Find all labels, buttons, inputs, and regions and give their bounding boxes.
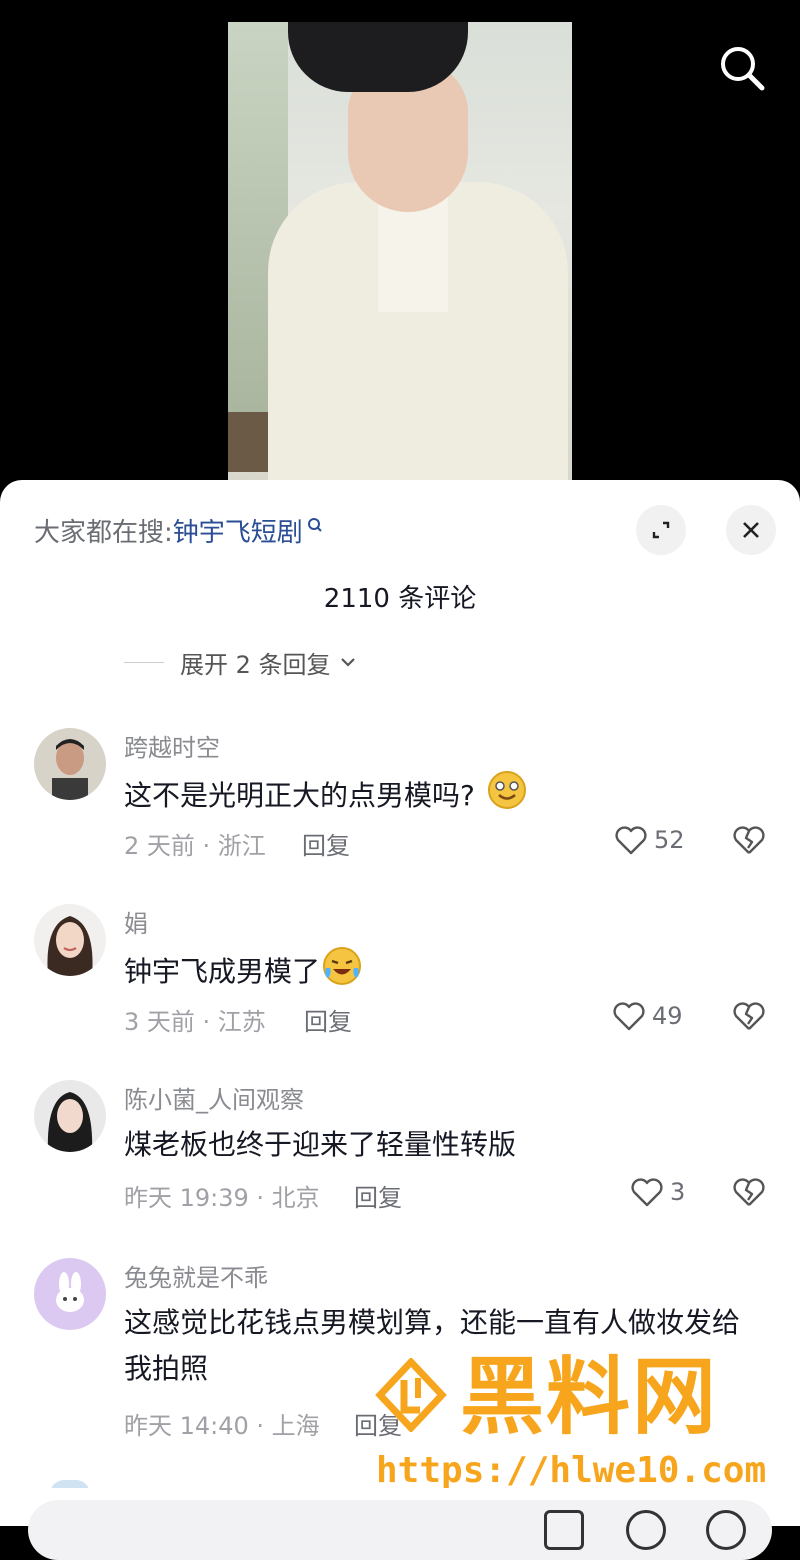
comment-time-location: 昨天 14:40 · 上海	[124, 1412, 320, 1440]
reply-button[interactable]: 回复	[304, 1002, 352, 1037]
heart-icon	[613, 1002, 645, 1031]
heart-icon	[615, 826, 647, 855]
hot-search-term[interactable]: 钟宇飞短剧	[173, 518, 303, 548]
watermark-title: 黑料网	[460, 1348, 719, 1446]
comment-text-content: 这不是光明正大的点男模吗?	[124, 779, 475, 812]
like-count: 52	[654, 826, 685, 854]
heart-icon	[631, 1178, 663, 1207]
like-button[interactable]: 52	[614, 824, 685, 856]
comment-time-location: 2 天前 · 浙江	[124, 832, 266, 860]
comment-input-bar	[0, 1488, 800, 1560]
grinning-face-icon	[487, 770, 527, 824]
comment-time-location: 3 天前 · 江苏	[124, 1008, 266, 1036]
fullscreen-button[interactable]	[636, 505, 686, 555]
reply-button[interactable]: 回复	[354, 1178, 402, 1213]
laughing-tears-icon	[322, 946, 362, 1000]
comment-username[interactable]: 陈小菌_人间观察	[124, 1080, 304, 1115]
expand-replies-label: 展开 2 条回复	[180, 650, 331, 679]
avatar[interactable]	[34, 904, 106, 976]
comment-text: 这不是光明正大的点男模吗?	[124, 770, 764, 824]
chevron-down-icon	[340, 658, 355, 667]
close-button[interactable]	[726, 505, 776, 555]
broken-heart-icon	[733, 1002, 765, 1030]
like-count: 49	[652, 1002, 683, 1030]
mention-icon[interactable]	[626, 1510, 666, 1550]
comment-username[interactable]: 兔兔就是不乖	[124, 1258, 268, 1293]
hot-search-prefix: 大家都在搜:	[34, 518, 173, 548]
comment-time-location: 昨天 19:39 · 北京	[124, 1184, 320, 1212]
video-person-hair	[288, 22, 468, 92]
like-count: 3	[670, 1178, 686, 1206]
avatar[interactable]	[34, 1080, 106, 1152]
small-search-icon	[307, 512, 323, 542]
watermark-url: https://hlwe10.com	[376, 1450, 767, 1491]
divider	[124, 661, 164, 663]
image-icon[interactable]	[544, 1510, 584, 1550]
close-icon	[743, 522, 759, 538]
dislike-button[interactable]	[732, 1176, 766, 1212]
avatar[interactable]	[34, 1258, 106, 1330]
comment-text-content: 钟宇飞成男模了	[124, 955, 321, 988]
video-frame[interactable]	[228, 22, 572, 500]
comment-username[interactable]: 娟	[124, 904, 148, 939]
broken-heart-icon	[733, 826, 765, 854]
dislike-button[interactable]	[732, 1000, 766, 1036]
comment-count: 2110 条评论	[323, 584, 477, 614]
expand-replies-button[interactable]: 展开 2 条回复	[124, 646, 359, 679]
avatar[interactable]	[34, 728, 106, 800]
dislike-button[interactable]	[732, 824, 766, 860]
like-button[interactable]: 3	[630, 1176, 685, 1208]
comment-text: 钟宇飞成男模了	[124, 946, 764, 1000]
hot-search[interactable]: 大家都在搜:钟宇飞短剧	[34, 512, 323, 549]
search-icon[interactable]	[716, 42, 768, 94]
comment-text: 煤老板也终于迎来了轻量性转版	[124, 1128, 517, 1161]
broken-heart-icon	[733, 1178, 765, 1206]
video-player[interactable]	[0, 0, 800, 500]
watermark-logo-icon	[374, 1356, 448, 1434]
reply-button[interactable]: 回复	[302, 826, 350, 861]
like-button[interactable]: 49	[612, 1000, 683, 1032]
comment-username[interactable]: 跨越时空	[124, 728, 220, 763]
expand-icon	[652, 521, 670, 539]
emoji-icon[interactable]	[706, 1510, 746, 1550]
